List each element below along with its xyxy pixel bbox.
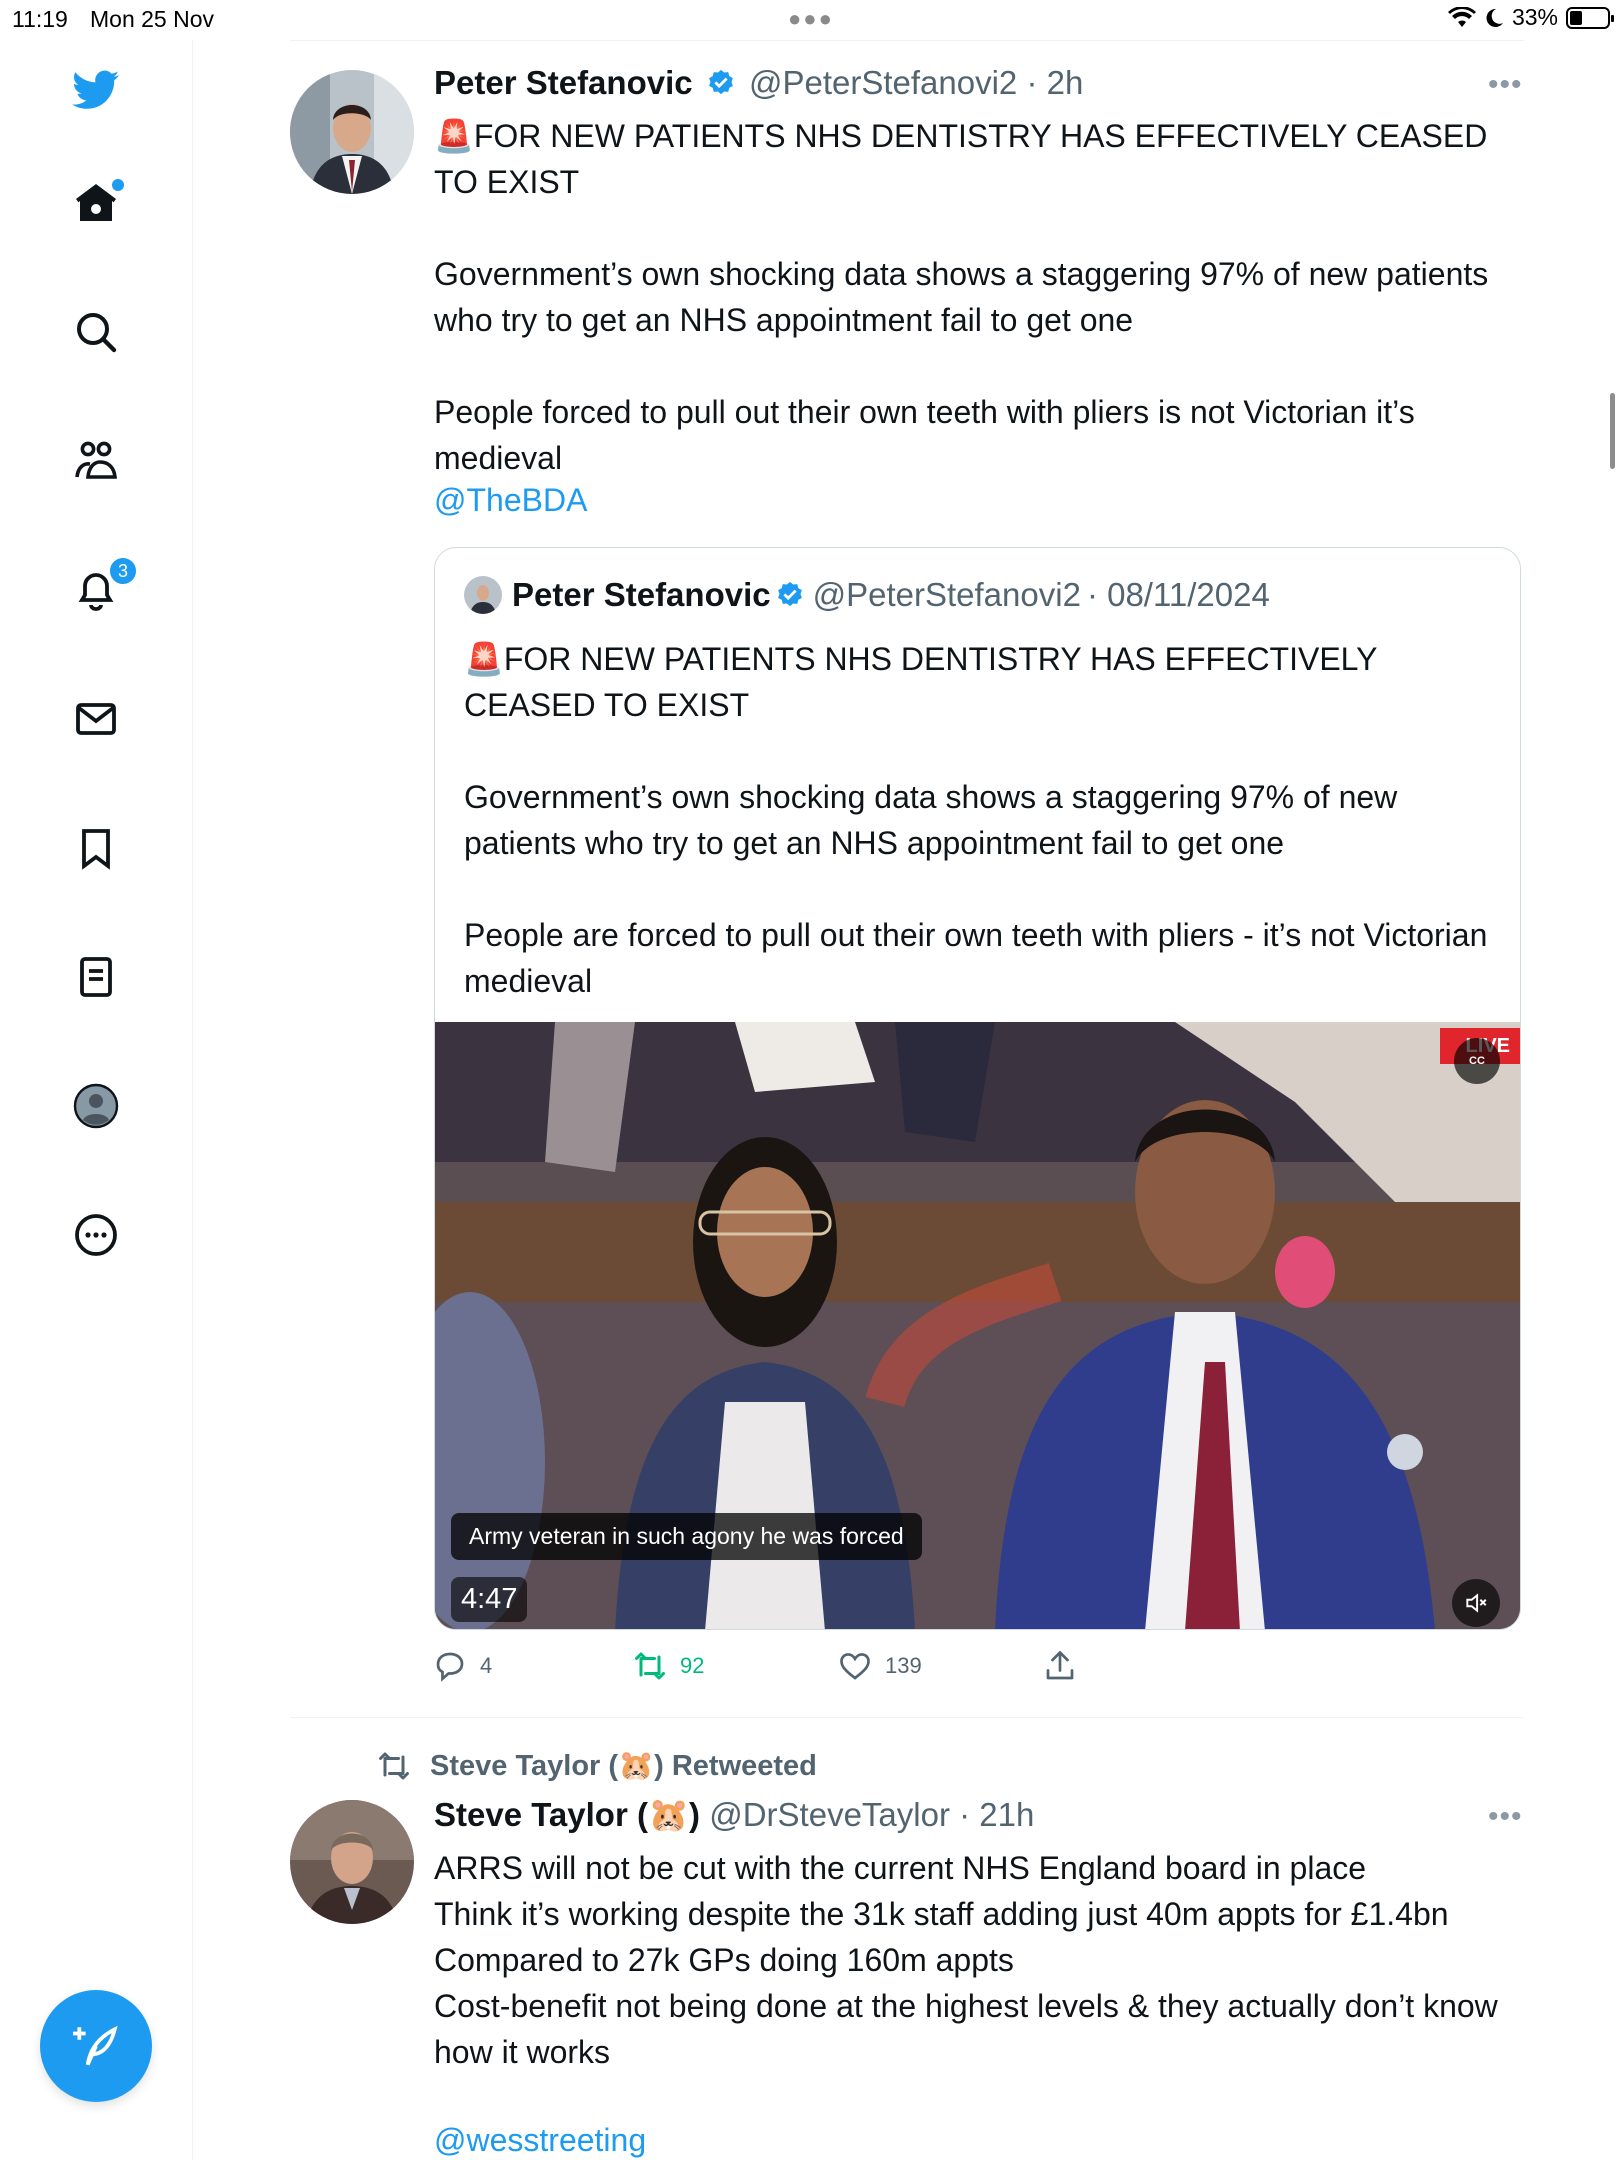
share-button[interactable]	[1042, 1648, 1078, 1684]
quote-text: 🚨FOR NEW PATIENTS NHS DENTISTRY HAS EFFE…	[464, 641, 1488, 999]
home-icon[interactable]	[70, 177, 124, 229]
tweet-time[interactable]: · 2h	[1026, 64, 1083, 101]
retweet-context[interactable]: Steve Taylor (🐹) Retweeted	[376, 1748, 817, 1784]
tweet-time[interactable]: · 21h	[959, 1796, 1034, 1833]
share-icon	[1046, 1651, 1074, 1680]
reply-button[interactable]: 4	[432, 1648, 492, 1684]
author-handle[interactable]: @PeterStefanovi2	[749, 64, 1017, 101]
quote-avatar[interactable]	[464, 576, 502, 614]
reply-icon	[436, 1652, 464, 1682]
quote-author-name[interactable]: Peter Stefanovic	[512, 576, 771, 614]
quote-header: Peter Stefanovic @PeterStefanovi2 · 08/1…	[464, 576, 1270, 614]
author-name[interactable]: Peter Stefanovic	[434, 64, 693, 101]
battery-icon	[1566, 6, 1614, 29]
mute-icon[interactable]	[1452, 1579, 1500, 1627]
profile-icon[interactable]	[70, 1080, 122, 1132]
wifi-icon	[1447, 6, 1476, 27]
battery-level	[1570, 10, 1582, 25]
quote-time: · 08/11/2024	[1086, 576, 1270, 613]
tweet-header: Steve Taylor (🐹) @DrSteveTaylor · 21h	[434, 1796, 1034, 1835]
compose-tweet-button[interactable]	[40, 1990, 152, 2102]
retweet-count: 92	[680, 1653, 705, 1678]
status-date: Mon 25 Nov	[90, 6, 215, 32]
video-caption: Army veteran in such agony he was forced	[451, 1513, 922, 1560]
multitasking-dots[interactable]: ●●●	[788, 6, 834, 32]
tweet-text: ARRS will not be cut with the current NH…	[434, 1850, 1498, 2070]
messages-icon[interactable]	[70, 693, 122, 745]
retweet-button[interactable]: 92	[632, 1648, 704, 1684]
verified-badge-icon	[777, 581, 802, 607]
avatar[interactable]	[290, 70, 414, 194]
more-options-icon[interactable]: •••	[1488, 68, 1523, 102]
retweet-icon	[379, 1752, 409, 1780]
page-scrollbar[interactable]	[1610, 393, 1615, 469]
mention-link[interactable]: @wesstreeting	[434, 2122, 646, 2159]
compose-tweet-icon	[73, 2025, 118, 2066]
battery-percent: 33%	[1511, 4, 1558, 30]
notifications-icon[interactable]: 3	[70, 556, 138, 616]
video-player[interactable]: LIVE CC Army veteran in such agony he wa…	[435, 1022, 1520, 1629]
more-icon[interactable]	[70, 1209, 122, 1261]
communities-icon[interactable]	[70, 435, 122, 487]
notifications-badge: 3	[108, 556, 138, 586]
more-options-icon[interactable]: •••	[1488, 1800, 1523, 1834]
twitter-logo-icon[interactable]	[70, 64, 122, 116]
video-duration: 4:47	[451, 1577, 528, 1622]
home-unread-dot	[112, 179, 124, 191]
reply-count: 4	[480, 1653, 493, 1678]
like-count: 139	[885, 1653, 922, 1678]
status-bar: 11:19 Mon 25 Nov ●●● 33%	[0, 0, 1620, 40]
author-handle[interactable]: @DrSteveTaylor	[709, 1796, 950, 1833]
bookmarks-icon[interactable]	[70, 822, 122, 874]
closed-captions-icon[interactable]: CC	[1454, 1038, 1500, 1084]
divider	[290, 40, 1524, 41]
quote-author-handle[interactable]: @PeterStefanovi2	[813, 576, 1081, 614]
retweet-icon	[635, 1652, 665, 1680]
like-button[interactable]: 139	[837, 1648, 922, 1684]
author-name[interactable]: Steve Taylor (🐹)	[434, 1796, 700, 1833]
sidebar: 3	[0, 40, 193, 2160]
status-indicators: 33%	[1447, 4, 1614, 31]
quoted-tweet[interactable]: Peter Stefanovic @PeterStefanovi2 · 08/1…	[434, 547, 1521, 1630]
status-time: 11:19	[12, 6, 68, 32]
search-icon[interactable]	[70, 306, 122, 358]
lists-icon[interactable]	[70, 951, 122, 1003]
verified-badge-icon	[708, 69, 733, 95]
divider	[290, 1717, 1524, 1718]
tweet-header: Peter Stefanovic @PeterStefanovi2 · 2h	[434, 64, 1083, 102]
retweeted-by-label: Steve Taylor (🐹) Retweeted	[430, 1750, 817, 1782]
heart-icon	[840, 1653, 870, 1680]
tweet-text: 🚨FOR NEW PATIENTS NHS DENTISTRY HAS EFFE…	[434, 118, 1489, 476]
mention-link[interactable]: @TheBDA	[434, 482, 587, 519]
avatar[interactable]	[290, 1800, 414, 1924]
tweet-actions: 4 92 139	[432, 1648, 1132, 1688]
do-not-disturb-moon-icon	[1486, 8, 1503, 27]
